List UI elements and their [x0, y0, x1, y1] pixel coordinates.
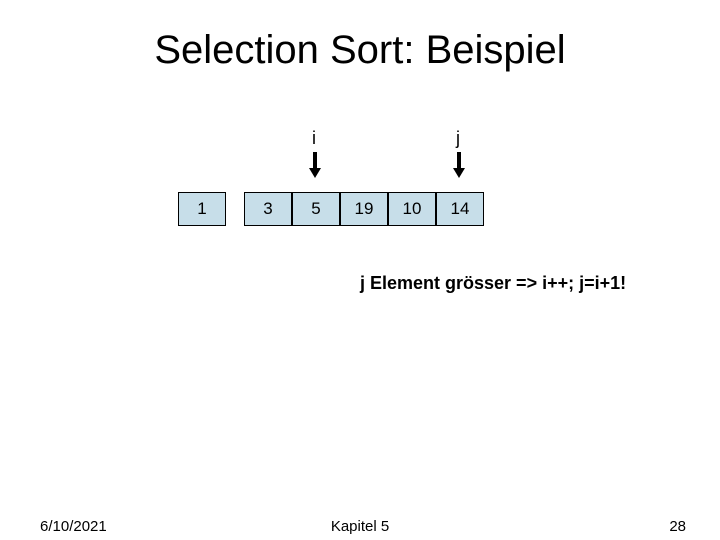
array-cell: 3: [244, 192, 292, 226]
down-arrow-icon: [313, 152, 317, 170]
array-cell: 10: [388, 192, 436, 226]
array-cell: 1: [178, 192, 226, 226]
footer-page: 28: [669, 518, 686, 535]
slide-title: Selection Sort: Beispiel: [0, 28, 720, 73]
array-cell: 14: [436, 192, 484, 226]
array-cell: 5: [292, 192, 340, 226]
pointer-i-label: i: [312, 128, 316, 149]
footer-center: Kapitel 5: [0, 518, 720, 535]
array-cells: 1 3 5 19 10 14: [178, 192, 484, 226]
array-cell: 19: [340, 192, 388, 226]
down-arrow-icon: [457, 152, 461, 170]
step-note: j Element grösser => i++; j=i+1!: [360, 273, 626, 294]
pointer-j-label: j: [456, 128, 460, 149]
